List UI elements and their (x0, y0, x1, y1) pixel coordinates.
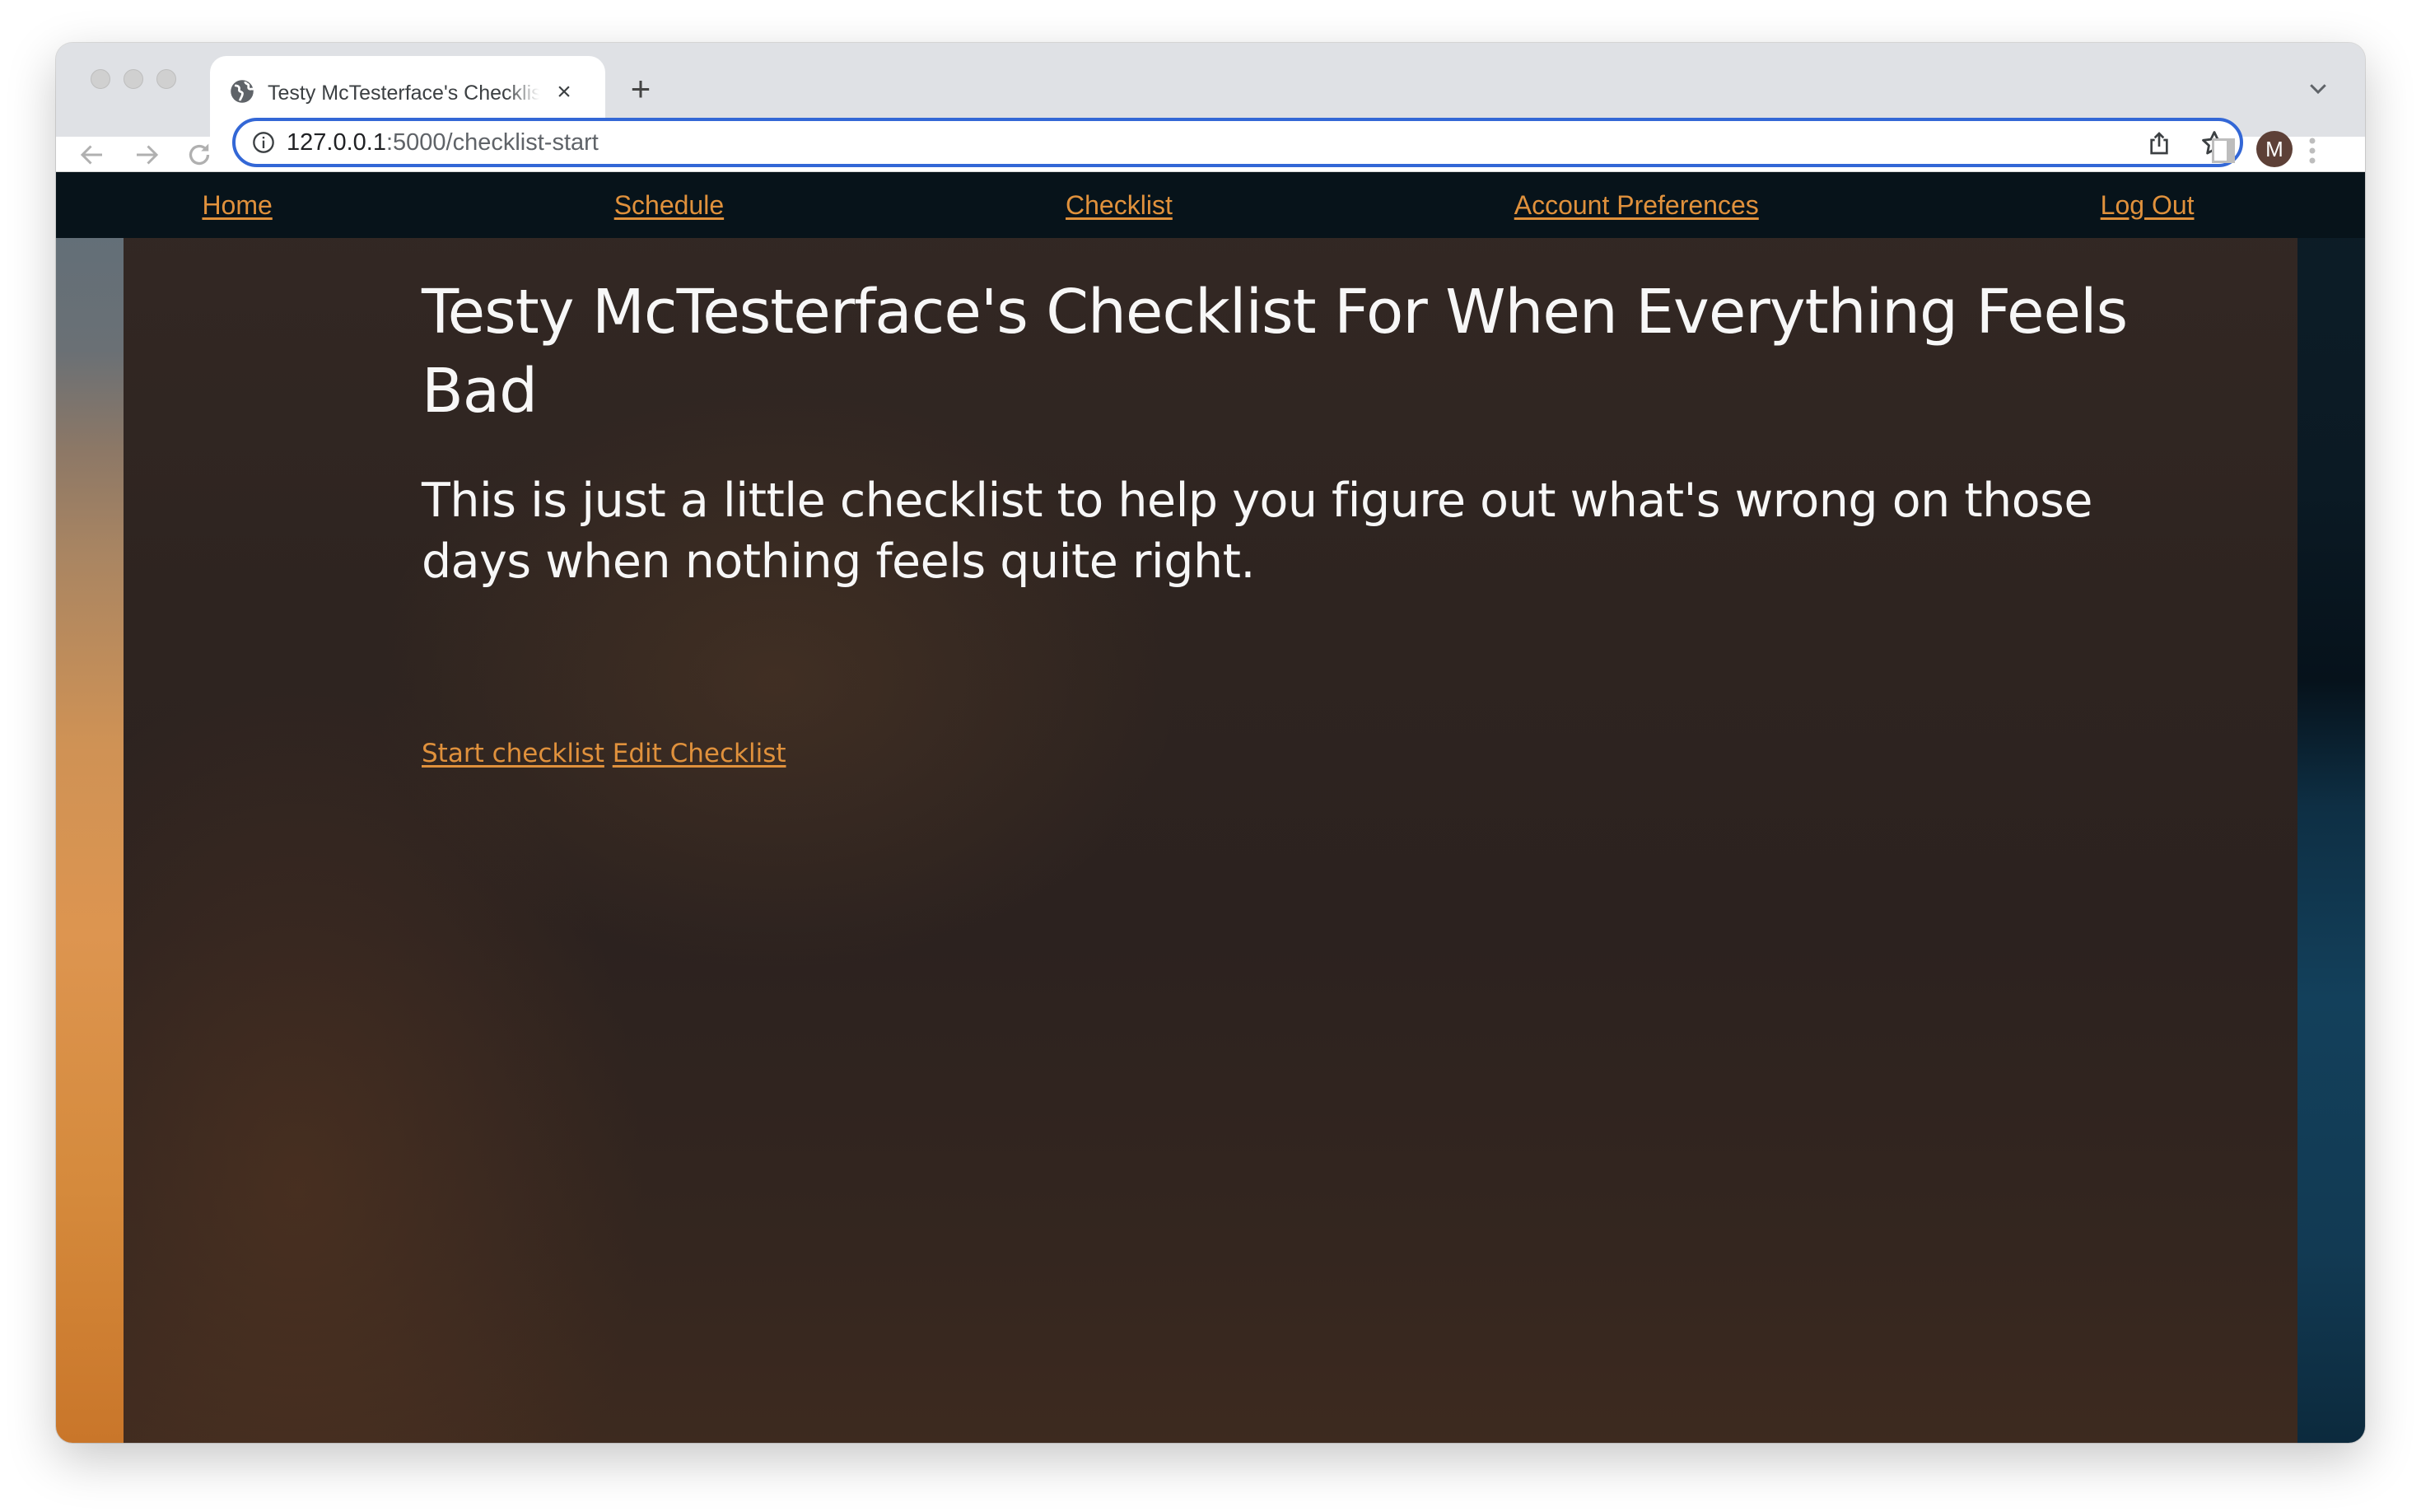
page-viewport: Testy McTesterface's Checklist For When … (56, 172, 2365, 1443)
nav-link-log-out[interactable]: Log Out (2101, 190, 2195, 221)
info-icon[interactable] (252, 131, 275, 154)
nav-link-home[interactable]: Home (202, 190, 272, 221)
address-url[interactable]: 127.0.0.1:5000/checklist-start (287, 128, 599, 157)
window-maximize-button[interactable] (156, 69, 176, 89)
content-panel: Testy McTesterface's Checklist For When … (124, 172, 2297, 1443)
window-close-button[interactable] (91, 69, 110, 89)
page-title: Testy McTesterface's Checklist For When … (422, 277, 2128, 427)
address-bar[interactable]: 127.0.0.1:5000/checklist-start (232, 118, 2243, 167)
new-tab-button[interactable]: + (624, 72, 657, 106)
background-image-left-edge (56, 172, 124, 1443)
background-image-right-edge (2297, 172, 2365, 1443)
window-minimize-button[interactable] (124, 69, 143, 89)
site-nav: Home Schedule Checklist Account Preferen… (56, 172, 2365, 238)
checklist-actions: Start checklist Edit Checklist (422, 737, 786, 770)
nav-link-checklist[interactable]: Checklist (1066, 190, 1173, 221)
browser-window: Testy McTesterface's Checklist For When … (56, 43, 2365, 1443)
reload-icon[interactable] (183, 140, 216, 170)
tab-title: Testy McTesterface's Checklist For When … (268, 82, 539, 105)
start-checklist-link[interactable]: Start checklist (422, 739, 604, 768)
side-panel-icon[interactable] (2212, 138, 2235, 163)
tab-search-chevron-icon[interactable] (2306, 76, 2330, 100)
address-host: 127.0.0.1 (287, 129, 386, 156)
globe-icon (231, 80, 254, 103)
profile-avatar[interactable]: M (2256, 131, 2293, 167)
back-arrow-icon[interactable] (76, 140, 109, 170)
nav-link-schedule[interactable]: Schedule (614, 190, 724, 221)
page-description: This is just a little checklist to help … (422, 474, 2092, 589)
share-icon[interactable] (2146, 129, 2172, 157)
kebab-menu-icon[interactable] (2307, 137, 2317, 165)
address-path: :5000/checklist-start (385, 129, 599, 156)
tab-close-icon[interactable]: × (549, 77, 579, 107)
forward-arrow-icon[interactable] (130, 140, 163, 170)
nav-link-account-preferences[interactable]: Account Preferences (1514, 190, 1759, 221)
browser-toolbar: 127.0.0.1:5000/checklist-start M (56, 118, 2365, 172)
edit-checklist-link[interactable]: Edit Checklist (613, 739, 786, 768)
